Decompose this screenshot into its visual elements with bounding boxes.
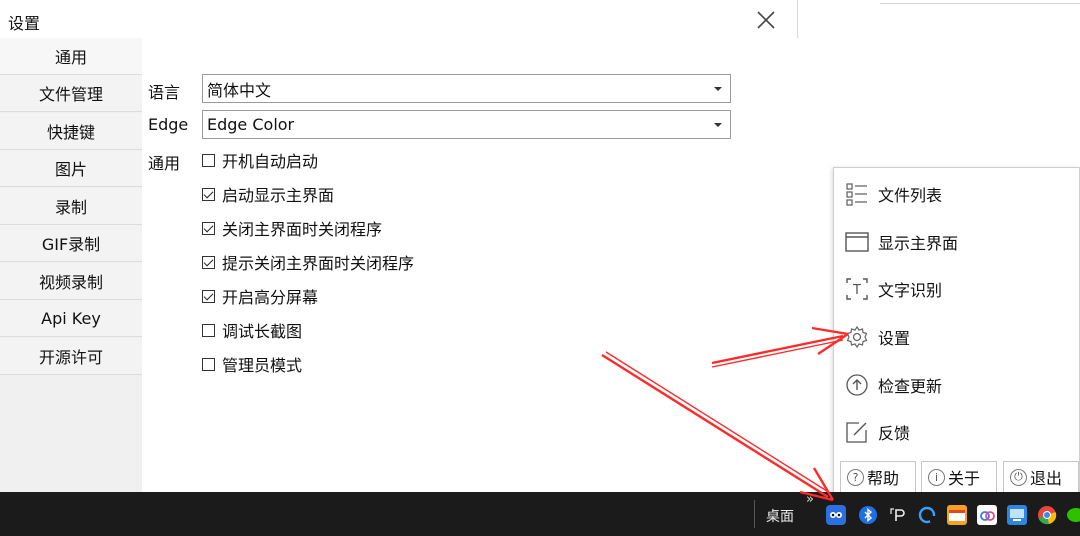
exit-button-label: 退出: [1030, 469, 1063, 488]
checkbox[interactable]: [202, 153, 215, 167]
edge-select[interactable]: Edge Color: [202, 110, 731, 139]
window-title: 设置: [8, 14, 41, 33]
taskbar: 桌面 »: [0, 492, 1080, 536]
folder-tray-icon[interactable]: [947, 505, 967, 525]
dropdown-caret-icon: [714, 123, 722, 127]
checkbox-label: 开机自动启动: [222, 152, 319, 171]
checkbox-debug-long-screenshot[interactable]: 调试长截图: [202, 319, 302, 341]
checkbox-label: 调试长截图: [222, 322, 303, 341]
checkbox[interactable]: [202, 289, 215, 303]
svg-text:T: T: [852, 283, 861, 298]
question-icon: ?: [847, 468, 864, 486]
checkbox-label: 关闭主界面时关闭程序: [222, 220, 383, 239]
toolbar-overflow-icon[interactable]: »: [806, 492, 814, 507]
checkbox[interactable]: [202, 357, 215, 371]
dropdown-caret-icon: [714, 87, 722, 91]
sidebar-item-file-management[interactable]: 文件管理: [0, 75, 142, 112]
language-select[interactable]: 简体中文: [202, 74, 731, 103]
sidebar-item-label: 快捷键: [46, 123, 95, 142]
update-arrow-icon: [844, 372, 870, 398]
network-tray-icon[interactable]: [1007, 505, 1027, 525]
taskbar-separator: [754, 500, 755, 528]
sidebar-item-label: 文件管理: [38, 85, 103, 104]
help-button[interactable]: ? 帮助: [840, 461, 916, 493]
sidebar-item-gif-recording[interactable]: GIF录制: [0, 225, 142, 262]
menu-item-ocr[interactable]: T 文字识别: [844, 272, 942, 306]
cloud-tray-icon[interactable]: [977, 505, 997, 525]
sidebar-item-label: 录制: [54, 198, 87, 217]
menu-item-file-list[interactable]: 文件列表: [844, 177, 942, 211]
sidebar-item-licenses[interactable]: 开源许可: [0, 338, 142, 375]
checkbox[interactable]: [202, 255, 215, 269]
menu-item-feedback[interactable]: 反馈: [844, 415, 910, 449]
menu-item-check-update[interactable]: 检查更新: [844, 368, 942, 402]
edge-label: Edge: [148, 115, 189, 134]
menu-item-label: 反馈: [878, 424, 911, 443]
tray-context-menu: 文件列表 显示主界面 T 文字识别 设置 检查更新 反馈 ? 帮助 i 关于 ⏻…: [833, 167, 1080, 500]
help-button-label: 帮助: [867, 469, 900, 488]
sidebar-item-shortcuts[interactable]: 快捷键: [0, 113, 142, 150]
file-list-icon: [844, 181, 870, 207]
checkbox-label: 启动显示主界面: [222, 186, 335, 205]
sidebar-item-label: 视频录制: [38, 273, 103, 292]
info-icon: i: [928, 468, 945, 486]
checkbox-label: 提示关闭主界面时关闭程序: [222, 254, 415, 273]
close-button[interactable]: [752, 6, 780, 34]
window-icon: [844, 229, 870, 255]
checkbox-auto-start[interactable]: 开机自动启动: [202, 149, 318, 171]
background-window-edge: [880, 0, 1080, 4]
power-icon: ⏻: [1010, 468, 1027, 486]
menu-item-label: 文字识别: [878, 281, 943, 300]
language-label: 语言: [148, 83, 181, 102]
sidebar-item-api-key[interactable]: Api Key: [0, 300, 142, 337]
menu-item-label: 显示主界面: [878, 234, 959, 253]
text-recognition-icon: T: [844, 276, 870, 302]
menu-item-settings[interactable]: 设置: [844, 320, 910, 354]
sidebar-item-general[interactable]: 通用: [0, 38, 142, 75]
screen: 设置 通用 文件管理 快捷键 图片 录制 GIF录制 视频录制 Api Key …: [0, 0, 1080, 536]
exit-button[interactable]: ⏻ 退出: [1003, 461, 1079, 493]
chrome-icon[interactable]: [1037, 505, 1057, 525]
menu-item-label: 文件列表: [878, 186, 943, 205]
checkbox-show-main-on-start[interactable]: 启动显示主界面: [202, 183, 334, 205]
sidebar-item-recording[interactable]: 录制: [0, 188, 142, 225]
sidebar-item-video-recording[interactable]: 视频录制: [0, 263, 142, 300]
menu-item-label: 检查更新: [878, 377, 943, 396]
checkbox[interactable]: [202, 221, 215, 235]
checkbox[interactable]: [202, 323, 215, 337]
checkbox[interactable]: [202, 187, 215, 201]
about-button[interactable]: i 关于: [921, 461, 997, 493]
gear-icon: [844, 324, 870, 350]
app-tray-icon[interactable]: [826, 505, 846, 525]
general-label: 通用: [148, 154, 181, 173]
bluetooth-icon[interactable]: [858, 505, 878, 525]
sidebar-item-label: 通用: [54, 48, 87, 67]
checkbox-label: 开启高分屏幕: [222, 288, 319, 307]
pen-tray-icon[interactable]: [888, 505, 908, 525]
menu-item-show-main[interactable]: 显示主界面: [844, 225, 958, 259]
sidebar-item-images[interactable]: 图片: [0, 150, 142, 187]
edit-icon: [844, 419, 870, 445]
checkbox-prompt-exit-on-close[interactable]: 提示关闭主界面时关闭程序: [202, 251, 414, 273]
sidebar-item-label: 开源许可: [38, 348, 103, 367]
checkbox-admin-mode[interactable]: 管理员模式: [202, 353, 302, 375]
sidebar-item-label: Api Key: [41, 308, 101, 328]
menu-button-row: ? 帮助 i 关于 ⏻ 退出: [840, 461, 1080, 493]
checkbox-label: 管理员模式: [222, 356, 303, 375]
settings-window: 设置 通用 文件管理 快捷键 图片 录制 GIF录制 视频录制 Api Key …: [0, 0, 798, 492]
sidebar-item-label: 图片: [54, 160, 87, 179]
settings-sidebar: 通用 文件管理 快捷键 图片 录制 GIF录制 视频录制 Api Key 开源许…: [0, 38, 142, 492]
mascot-icon: [830, 512, 842, 518]
desktop-toolbar-label[interactable]: 桌面: [766, 506, 794, 526]
checkbox-high-dpi[interactable]: 开启高分屏幕: [202, 285, 318, 307]
checkbox-exit-on-close[interactable]: 关闭主界面时关闭程序: [202, 217, 382, 239]
wechat-icon[interactable]: [1066, 505, 1080, 525]
edge-select-value: Edge Color: [207, 115, 295, 134]
close-icon: [757, 11, 775, 29]
sidebar-item-label: GIF录制: [41, 235, 101, 254]
about-button-label: 关于: [948, 469, 981, 488]
sync-tray-icon[interactable]: [917, 505, 937, 525]
language-select-value: 简体中文: [207, 80, 272, 100]
menu-item-label: 设置: [878, 329, 911, 348]
